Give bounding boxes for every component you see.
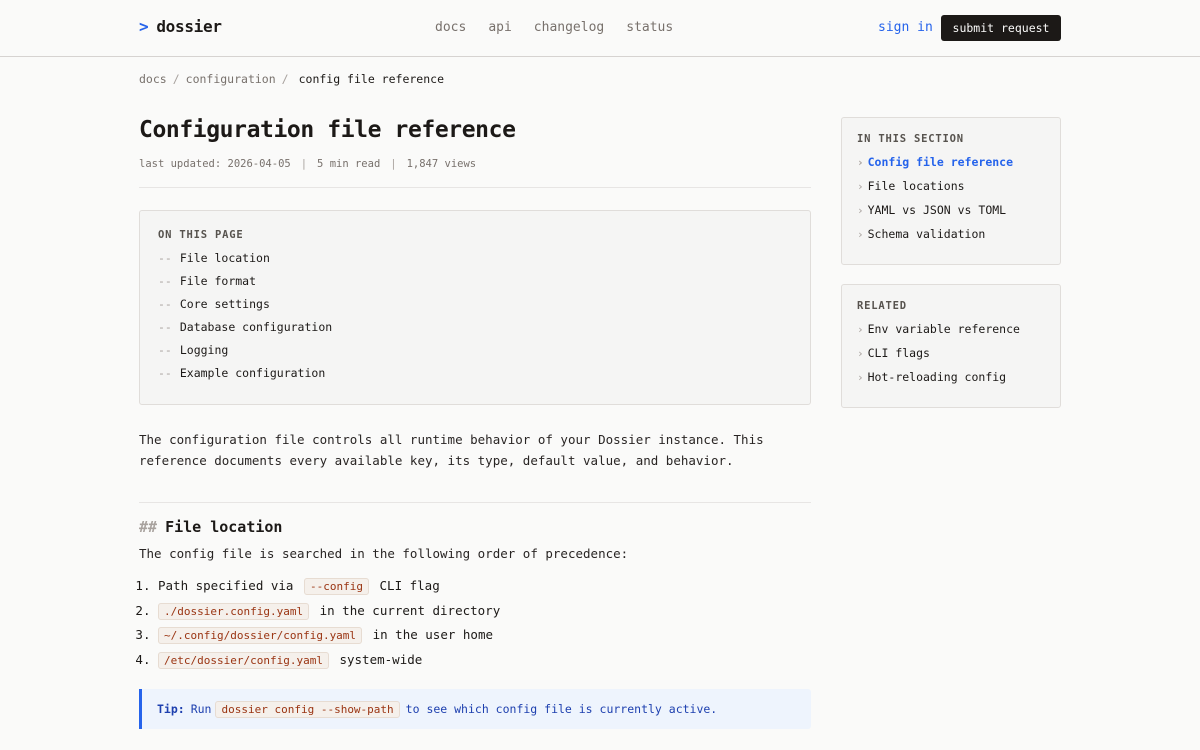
list-item-text: in the user home: [372, 627, 494, 642]
nav-changelog[interactable]: changelog: [534, 20, 604, 35]
page-title: Configuration file reference: [139, 117, 516, 143]
sidebar-item-schema-validation[interactable]: › Schema validation: [857, 226, 1045, 250]
dash-icon: --: [158, 297, 172, 311]
list-item-prefix: Path specified via: [158, 578, 294, 593]
tip-callout: Tip: Run dossier config --show-path to s…: [139, 689, 811, 729]
prompt-icon: >: [139, 17, 149, 36]
nav-api[interactable]: api: [488, 20, 511, 35]
sidebar-item-label: Schema validation: [867, 227, 986, 241]
list-item-text: CLI flag: [379, 578, 440, 593]
page-meta: last updated: 2026-04-05 | 5 min read | …: [139, 158, 811, 188]
sidebar-item-file-locations[interactable]: › File locations: [857, 178, 1045, 202]
read-time: 5 min read: [317, 158, 381, 170]
chevron-right-icon: ›: [857, 156, 864, 169]
inline-code: /etc/dossier/config.yaml: [158, 651, 329, 669]
list-item: Path specified via --config CLI flag: [158, 577, 811, 602]
panel-title: RELATED: [857, 300, 907, 312]
breadcrumb-separator: /: [281, 72, 289, 86]
related-links: › Env variable reference › CLI flags › Hot-…: [857, 321, 1045, 393]
in-this-section-panel: IN THIS SECTION › Config file reference ›…: [841, 117, 1061, 265]
chevron-right-icon: ›: [857, 204, 864, 217]
chevron-right-icon: ›: [857, 347, 864, 360]
sidebar-item-config-file-reference[interactable]: › Config file reference: [857, 154, 1045, 178]
toc-list: -- File location -- File format -- Core set…: [158, 250, 792, 388]
toc-item[interactable]: -- Core settings: [158, 296, 792, 319]
breadcrumb-current: config file reference: [298, 72, 444, 86]
section-links: › Config file reference › File locations ›…: [857, 154, 1045, 250]
toc-item[interactable]: -- Logging: [158, 342, 792, 365]
meta-separator: |: [390, 158, 397, 170]
related-item-env-variable-reference[interactable]: › Env variable reference: [857, 321, 1045, 345]
breadcrumb-configuration[interactable]: configuration: [186, 72, 276, 86]
toc-item-label: Database configuration: [179, 320, 333, 334]
meta-separator: |: [300, 158, 308, 170]
section-intro: The config file is searched in the follo…: [139, 546, 629, 561]
inline-code: dossier config --show-path: [215, 700, 400, 718]
panel-title: IN THIS SECTION: [857, 133, 964, 145]
breadcrumb: docs / configuration / config file refer…: [139, 72, 444, 86]
sidebar: IN THIS SECTION › Config file reference ›…: [841, 117, 1061, 408]
dash-icon: --: [158, 366, 172, 380]
nav-docs[interactable]: docs: [435, 20, 466, 35]
precedence-list: Path specified via --config CLI flag ./d…: [139, 577, 811, 675]
dash-icon: --: [158, 251, 172, 265]
toc-item[interactable]: -- Example configuration: [158, 365, 792, 388]
main-content: Configuration file reference last update…: [139, 117, 811, 729]
list-item: ./dossier.config.yaml in the current dir…: [158, 602, 811, 627]
inline-code: ~/.config/dossier/config.yaml: [158, 627, 363, 644]
list-item: ~/.config/dossier/config.yaml in the use…: [158, 626, 811, 651]
last-updated: last updated: 2026-04-05: [139, 158, 291, 170]
toc-item[interactable]: -- Database configuration: [158, 319, 792, 342]
inline-code: ./dossier.config.yaml: [158, 602, 310, 620]
section-heading: ## File location: [139, 518, 811, 536]
tip-before: Run: [190, 702, 212, 716]
nav-status[interactable]: status: [626, 20, 673, 35]
toc-item-label: File location: [179, 251, 270, 265]
heading-hash-icon: ##: [139, 518, 158, 536]
sidebar-item-label: Config file reference: [867, 155, 1014, 169]
main-nav: docs api changelog status: [435, 20, 673, 35]
list-item: /etc/dossier/config.yaml system-wide: [158, 651, 811, 676]
top-bar: > dossier docs api changelog status sign…: [0, 0, 1200, 57]
sign-in-link[interactable]: sign in: [878, 20, 933, 35]
toc-item-label: File format: [179, 274, 257, 288]
dash-icon: --: [158, 320, 172, 334]
related-item-cli-flags[interactable]: › CLI flags: [857, 345, 1045, 369]
tip-label: Tip:: [157, 702, 185, 716]
inline-code: --config: [304, 578, 369, 595]
chevron-right-icon: ›: [857, 228, 864, 241]
dash-icon: --: [158, 274, 172, 288]
chevron-right-icon: ›: [857, 371, 864, 384]
list-item-text: in the current directory: [319, 602, 501, 618]
chevron-right-icon: ›: [857, 323, 864, 336]
list-item-text: system-wide: [339, 651, 423, 667]
on-this-page-box: ON THIS PAGE -- File location -- File form…: [139, 210, 811, 405]
toc-title: ON THIS PAGE: [158, 229, 244, 241]
related-item-label: Hot-reloading config: [867, 370, 1007, 384]
submit-request-button[interactable]: submit request: [941, 15, 1061, 41]
sidebar-item-label: YAML vs JSON vs TOML: [867, 203, 1007, 217]
breadcrumb-docs[interactable]: docs: [139, 72, 167, 86]
related-panel: RELATED › Env variable reference › CLI fla…: [841, 284, 1061, 408]
toc-item-label: Core settings: [179, 297, 270, 311]
toc-item-label: Example configuration: [179, 366, 326, 380]
breadcrumb-separator: /: [172, 72, 180, 86]
brand-name: dossier: [156, 17, 222, 36]
tip-after: to see which config file is currently ac…: [405, 702, 718, 716]
chevron-right-icon: ›: [857, 180, 864, 193]
section-title: File location: [165, 518, 283, 536]
dash-icon: --: [158, 343, 172, 357]
related-item-hot-reloading-config[interactable]: › Hot-reloading config: [857, 369, 1045, 393]
toc-item[interactable]: -- File location: [158, 250, 792, 273]
toc-item-label: Logging: [179, 343, 229, 357]
related-item-label: CLI flags: [867, 346, 930, 360]
sidebar-item-yaml-json-toml[interactable]: › YAML vs JSON vs TOML: [857, 202, 1045, 226]
toc-item[interactable]: -- File format: [158, 273, 792, 296]
sidebar-item-label: File locations: [867, 179, 965, 193]
related-item-label: Env variable reference: [867, 322, 1020, 336]
intro-paragraph: The configuration file controls all runt…: [139, 432, 764, 468]
view-count: 1,847 views: [406, 158, 477, 170]
section-divider: [139, 502, 811, 503]
brand-logo[interactable]: > dossier: [139, 17, 222, 36]
